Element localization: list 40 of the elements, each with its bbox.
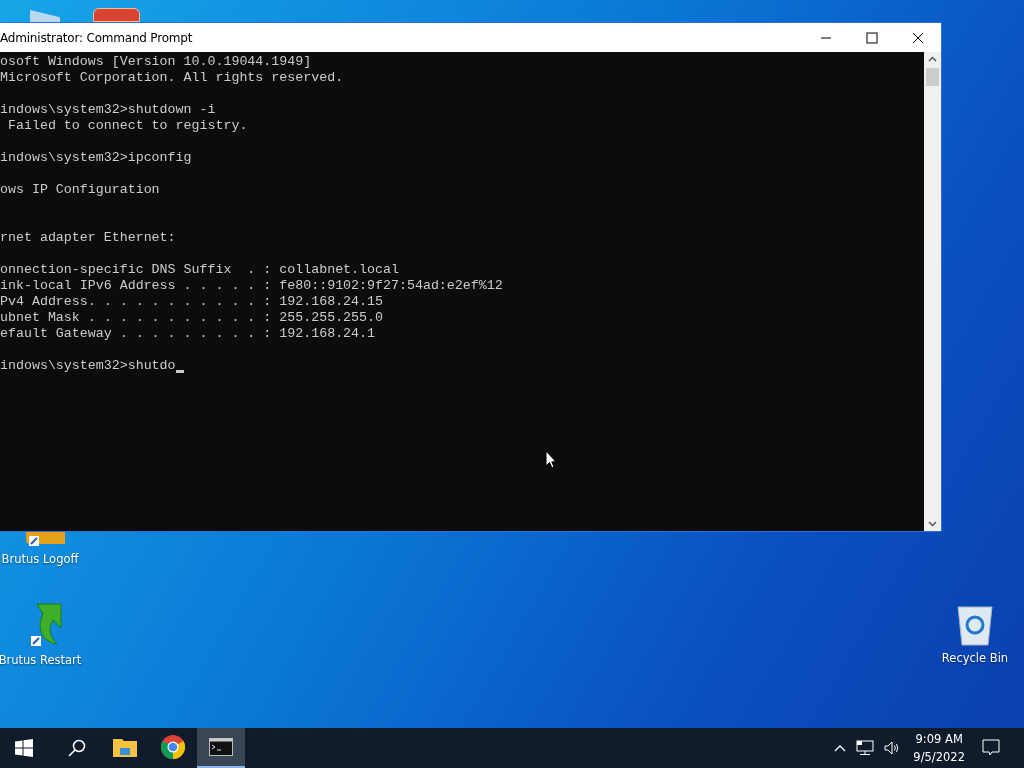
network-icon[interactable]	[856, 740, 875, 756]
taskbar-clock[interactable]: 9:09 AM 9/5/2022	[913, 730, 965, 766]
recycle-bin-icon[interactable]	[955, 603, 995, 647]
window-title: Administrator: Command Prompt	[0, 30, 193, 45]
console-line: onnection-specific DNS Suffix . : collabnet.local	[0, 262, 400, 278]
text-cursor	[175, 370, 184, 373]
windows-start-icon[interactable]	[15, 739, 33, 757]
chevron-up-icon[interactable]	[834, 744, 847, 752]
console-line: Pv4 Address. . . . . . . . . . . : 192.168.24.15	[0, 294, 384, 310]
scrollbar[interactable]	[924, 52, 941, 531]
mouse-pointer-icon	[545, 450, 557, 469]
clock-time: 9:09 AM	[915, 731, 963, 748]
maximize-icon[interactable]	[866, 31, 878, 44]
notification-icon[interactable]	[982, 739, 1000, 757]
console-line: efault Gateway . . . . . . . . . : 192.168.24.1	[0, 326, 377, 342]
console-line: rnet adapter Ethernet:	[0, 230, 177, 246]
desktop-icon-label: Brutus Restart	[0, 653, 82, 667]
console-line: osoft Windows [Version 10.0.19044.1949]	[0, 54, 313, 70]
search-icon[interactable]	[68, 739, 86, 757]
folder-icon	[113, 737, 137, 757]
scroll-down-icon[interactable]	[928, 521, 937, 527]
scroll-up-icon[interactable]	[928, 56, 937, 62]
console-line: indows\system32>shutdown -i	[0, 102, 217, 118]
console-input-line[interactable]: indows\system32>shutdo	[0, 358, 176, 374]
taskbar-app-button[interactable]	[197, 728, 245, 768]
console-line: Microsoft Corporation. All rights reserved.	[0, 70, 345, 86]
close-icon[interactable]	[912, 31, 924, 44]
terminal-icon	[209, 738, 233, 756]
speaker-icon[interactable]	[884, 741, 901, 755]
console-line: ink-local IPv6 Address . . . . . : fe80::9102:9f27:54ad:e2ef%12	[0, 278, 504, 294]
desktop-icon-label: Recycle Bin	[941, 651, 1009, 665]
desktop-icon[interactable]	[93, 8, 140, 22]
console-line: indows\system32>ipconfig	[0, 150, 193, 166]
console-line: ows IP Configuration	[0, 182, 161, 198]
browser-icon	[161, 735, 185, 759]
scroll-thumb[interactable]	[926, 68, 939, 86]
clock-date: 9/5/2022	[913, 749, 965, 766]
desktop-icon-label: Brutus Logoff	[1, 552, 79, 566]
console-line: Failed to connect to registry.	[6, 118, 249, 134]
console-line: ubnet Mask . . . . . . . . . . . : 255.255.255.0	[0, 310, 384, 326]
